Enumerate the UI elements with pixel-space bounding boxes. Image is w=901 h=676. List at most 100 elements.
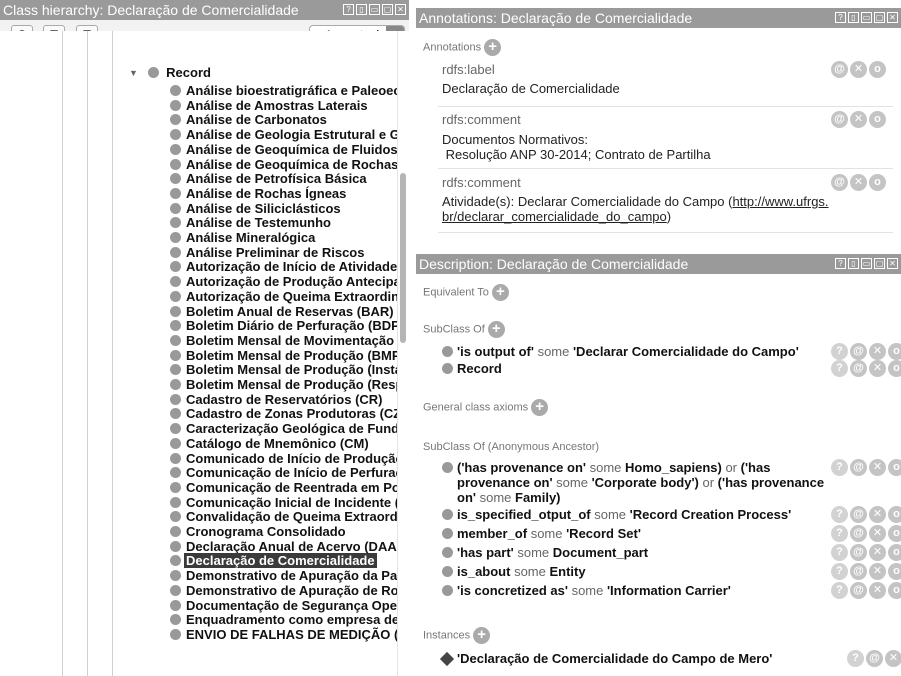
edit-icon[interactable]: o [888,360,901,377]
annotate-icon[interactable]: @ [831,111,848,128]
edit-icon[interactable]: o [888,563,901,580]
add-superclass-icon[interactable]: + [487,321,505,338]
delete-icon[interactable]: ✕ [869,563,886,580]
tree-scrollbar-thumb[interactable] [400,173,406,343]
delete-icon[interactable]: ✕ [869,582,886,599]
tree-node[interactable]: Análise de Petrofísica Básica [168,171,397,186]
tree-node[interactable]: Comunicação de Reentrada em Poço [168,480,397,495]
tree-node[interactable]: Análise de Testemunho [168,215,397,230]
explain-icon[interactable]: ? [831,525,848,542]
tree-node[interactable]: Convalidação de Queima Extraordinária [168,509,397,524]
ancestor-axiom-row[interactable]: is_specified_otput_of some 'Record Creat… [441,507,831,522]
tree-node[interactable]: Análise de Amostras Laterais [168,98,397,113]
add-instance-icon[interactable]: + [473,627,491,644]
close-icon[interactable]: ✕ [887,258,898,269]
help-icon[interactable]: ? [835,258,846,269]
edit-icon[interactable]: o [888,506,901,523]
pin-icon[interactable]: ▯ [356,4,367,15]
annotate-icon[interactable]: @ [850,360,867,377]
tree-node[interactable]: Análise de Geologia Estrutural e Geotect… [168,127,397,142]
help-icon[interactable]: ? [343,4,354,15]
ancestor-axiom-row[interactable]: member_of some 'Record Set' [441,526,831,541]
tree-node[interactable]: Análise de Rochas Ígneas [168,186,397,201]
annotate-icon[interactable]: @ [850,563,867,580]
tree-node[interactable]: Boletim Mensal de Produção (Instalação) [168,362,397,377]
annotate-icon[interactable]: @ [850,459,867,476]
annotate-icon[interactable]: @ [831,61,848,78]
tree-node[interactable]: Catálogo de Mnemônico (CM) [168,436,397,451]
tree-node[interactable]: Comunicação de Início de Perfuração [168,465,397,480]
tree-node[interactable]: Boletim Mensal de Produção (Responsável) [168,377,397,392]
edit-icon[interactable]: o [888,582,901,599]
delete-icon[interactable]: ✕ [850,174,867,191]
tree-node[interactable]: Cronograma Consolidado [168,524,397,539]
edit-icon[interactable]: o [869,61,886,78]
delete-icon[interactable]: ✕ [869,525,886,542]
tree-node-record[interactable]: ▼ Record [129,65,211,81]
close-icon[interactable]: ✕ [395,4,406,15]
explain-icon[interactable]: ? [831,544,848,561]
delete-icon[interactable]: ✕ [850,111,867,128]
tree-node[interactable]: Enquadramento como empresa de pequeno po… [168,612,397,627]
tree-node[interactable]: Autorização de Produção Antecipada [168,274,397,289]
tree-node[interactable]: Boletim Mensal de Produção (BMP) [168,348,397,363]
tree-node[interactable]: Caracterização Geológica de Fundo [168,421,397,436]
explain-icon[interactable]: ? [831,343,848,360]
tree-node[interactable]: Cadastro de Reservatórios (CR) [168,392,397,407]
explain-icon[interactable]: ? [847,650,864,667]
edit-icon[interactable]: o [888,525,901,542]
delete-icon[interactable]: ✕ [869,459,886,476]
maximize-icon[interactable]: ▢ [382,4,393,15]
tree-node[interactable]: Comunicação Inicial de Incidente (CII) [168,495,397,510]
tree-node[interactable]: Análise bioestratigráfica e Paleoecológi… [168,83,397,98]
minimize-icon[interactable]: ▭ [369,4,380,15]
maximize-icon[interactable]: ▢ [874,258,885,269]
tree-node[interactable]: Declaração Anual de Acervo (DAA) [168,539,397,554]
tree-node[interactable]: Autorização de Início de Atividade [168,259,397,274]
tree-node[interactable]: Autorização de Queima Extraordinária [168,289,397,304]
annotate-icon[interactable]: @ [850,582,867,599]
delete-icon[interactable]: ✕ [869,506,886,523]
expand-triangle-icon[interactable]: ▼ [129,66,138,81]
delete-icon[interactable]: ✕ [885,650,901,667]
tree-node[interactable]: Análise de Geoquímica de Fluidos [168,142,397,157]
tree-node[interactable]: Análise Mineralógica [168,230,397,245]
edit-icon[interactable]: o [888,343,901,360]
add-equivalent-icon[interactable]: + [491,284,509,301]
minimize-icon[interactable]: ▭ [861,12,872,23]
tree-node[interactable]: Documentação de Segurança Operacional [168,598,397,613]
edit-icon[interactable]: o [888,459,901,476]
delete-icon[interactable]: ✕ [869,544,886,561]
ancestor-axiom-row[interactable]: 'has part' some Document_part [441,545,831,560]
superclass-row[interactable]: 'is output of' some 'Declarar Comerciali… [441,344,831,359]
explain-icon[interactable]: ? [831,563,848,580]
tree-node[interactable]: Análise Preliminar de Riscos [168,245,397,260]
tree-node-selected[interactable]: Declaração de Comercialidade [168,553,397,569]
ancestor-axiom-row[interactable]: 'is concretized as' some 'Information Ca… [441,583,831,598]
annotate-icon[interactable]: @ [850,506,867,523]
explain-icon[interactable]: ? [831,582,848,599]
tree-node[interactable]: ENVIO DE FALHAS DE MEDIÇÃO (EFM) [168,627,397,642]
add-annotation-icon[interactable]: + [484,39,502,56]
tree-node[interactable]: Comunicado de Início de Produção [168,451,397,466]
ancestor-axiom-row[interactable]: is_about some Entity [441,564,831,579]
annotate-icon[interactable]: @ [831,174,848,191]
pin-icon[interactable]: ▯ [848,258,859,269]
edit-icon[interactable]: o [869,174,886,191]
explain-icon[interactable]: ? [831,360,848,377]
delete-icon[interactable]: ✕ [850,61,867,78]
superclass-row[interactable]: Record [441,361,831,376]
explain-icon[interactable]: ? [831,506,848,523]
close-icon[interactable]: ✕ [887,12,898,23]
tree-node[interactable]: Boletim Mensal de Movimentação de Gás [168,333,397,348]
instance-row[interactable]: 'Declaração de Comercialidade do Campo d… [439,651,831,667]
delete-icon[interactable]: ✕ [869,360,886,377]
delete-icon[interactable]: ✕ [869,343,886,360]
annotate-icon[interactable]: @ [866,650,883,667]
tree-node[interactable]: Análise de Carbonatos [168,112,397,127]
edit-icon[interactable]: o [888,544,901,561]
annotate-icon[interactable]: @ [850,544,867,561]
edit-icon[interactable]: o [869,111,886,128]
tree-node[interactable]: Boletim Diário de Perfuração (BDP) [168,318,397,333]
annotate-icon[interactable]: @ [850,343,867,360]
